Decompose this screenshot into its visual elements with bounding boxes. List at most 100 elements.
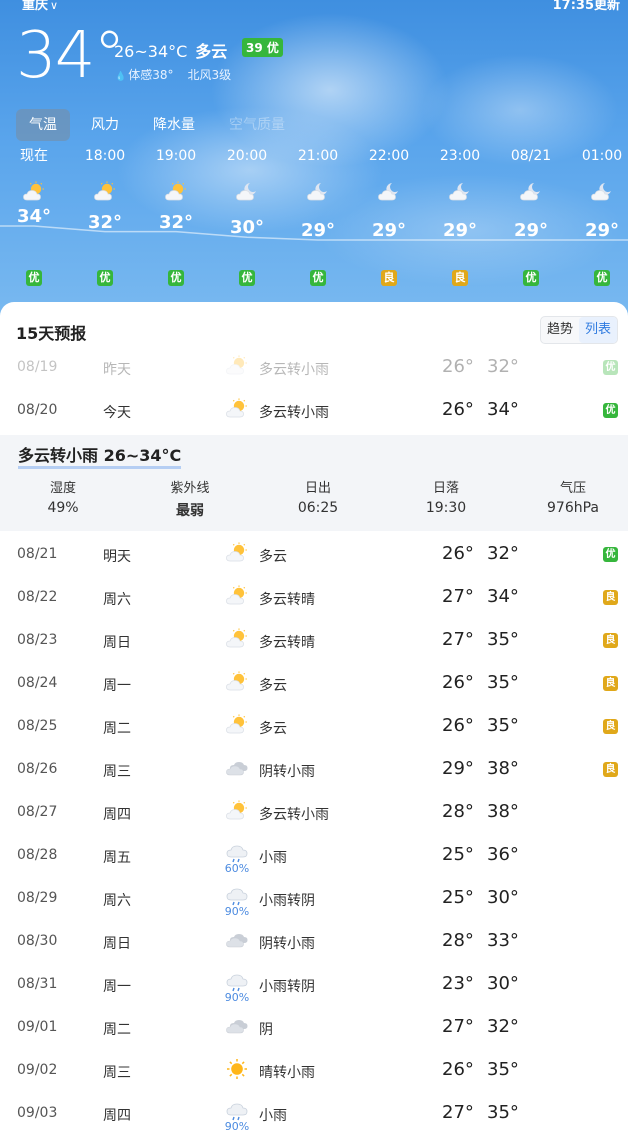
forecast-row[interactable]: 09/02 周三 晴转小雨 26° 35° (0, 1049, 628, 1092)
partly-cloudy-day-icon (164, 180, 188, 201)
precip-probability: 90% (224, 991, 250, 1004)
precip-probability: 90% (224, 905, 250, 918)
hourly-temp: 34° (16, 206, 52, 227)
forecast-date: 08/29 (17, 890, 58, 906)
forecast-high-temp: 35° (487, 715, 519, 736)
hourly-item[interactable]: 08/21 29° 优 (501, 146, 561, 286)
overcast-icon (225, 756, 249, 780)
hourly-item[interactable]: 20:00 30° 优 (217, 146, 277, 286)
forecast-high-temp: 38° (487, 758, 519, 779)
forecast-row[interactable]: 08/20 今天 多云转小雨 26° 34° 优 (0, 389, 628, 432)
aqi-badge: 良 (603, 676, 618, 691)
forecast-date: 09/03 (17, 1105, 58, 1121)
forecast-row[interactable]: 08/22 周六 多云转晴 27° 34° 良 (0, 576, 628, 619)
hourly-item[interactable]: 18:00 32° 优 (75, 146, 135, 286)
forecast-weekday: 周一 (103, 979, 131, 995)
forecast-date: 08/26 (17, 761, 58, 777)
partly-cloudy-night-icon (519, 180, 543, 201)
hourly-aqi-badge: 优 (523, 270, 539, 286)
hourly-time: 23:00 (439, 148, 481, 164)
forecast-low-temp: 29° (442, 758, 474, 779)
forecast-condition: 多云转晴 (259, 592, 315, 608)
forecast-low-temp: 26° (442, 399, 474, 420)
hourly-item[interactable]: 19:00 32° 优 (146, 146, 206, 286)
partly-cloudy-day-icon (225, 397, 249, 421)
overcast-icon (225, 928, 249, 952)
forecast-weekday: 周一 (103, 678, 131, 694)
forecast-condition: 小雨 (259, 850, 287, 866)
forecast-low-temp: 28° (442, 930, 474, 951)
forecast-row[interactable]: 08/21 明天 多云 26° 32° 优 (0, 533, 628, 576)
metric-value: 976hPa (547, 500, 599, 516)
forecast-row[interactable]: 08/30 周日 阴转小雨 28° 33° (0, 920, 628, 963)
forecast-weekday: 周二 (103, 1022, 131, 1038)
forecast-high-temp: 35° (487, 672, 519, 693)
precip-probability: 60% (224, 862, 250, 875)
metric-value: 最弱 (176, 503, 204, 519)
forecast-row[interactable]: 08/26 周三 阴转小雨 29° 38° 良 (0, 748, 628, 791)
forecast-row[interactable]: 09/01 周二 阴 27° 32° (0, 1006, 628, 1049)
list-toggle-button[interactable]: 列表 (578, 317, 617, 343)
hourly-temp: 29° (584, 220, 620, 241)
hourly-aqi-badge: 优 (310, 270, 326, 286)
forecast-weekday: 周六 (103, 893, 131, 909)
forecast-weekday: 周五 (103, 850, 131, 866)
forecast-weekday: 明天 (103, 549, 131, 565)
forecast-low-temp: 23° (442, 973, 474, 994)
partly-cloudy-day-icon (225, 354, 249, 378)
partly-cloudy-night-icon (590, 180, 614, 201)
forecast-date: 08/22 (17, 589, 58, 605)
forecast-high-temp: 36° (487, 844, 519, 865)
forecast-row[interactable]: 08/24 周一 多云 26° 35° 良 (0, 662, 628, 705)
hourly-aqi-badge: 优 (168, 270, 184, 286)
partly-cloudy-night-icon (377, 180, 401, 201)
partly-cloudy-day-icon (225, 713, 249, 737)
forecast-low-temp: 26° (442, 356, 474, 377)
weather-header: 重庆 ∨ 17:35更新 34° 26~34°C 多云 39 优 💧 体感38° 北风3… (0, 0, 628, 318)
metric-label: 紫外线 (170, 481, 210, 496)
metric-label: 气压 (559, 481, 586, 496)
forecast-condition: 多云 (259, 721, 287, 737)
hourly-temp: 29° (513, 220, 549, 241)
forecast-row[interactable]: 08/23 周日 多云转晴 27° 35° 良 (0, 619, 628, 662)
forecast-weekday: 周三 (103, 1065, 131, 1081)
forecast-condition: 多云 (259, 678, 287, 694)
hourly-time: 21:00 (297, 148, 339, 164)
aqi-badge: 良 (603, 633, 618, 648)
forecast-date: 08/20 (17, 402, 58, 418)
forecast-row[interactable]: 09/03 周四 90% 小雨 27° 35° (0, 1092, 628, 1135)
forecast-condition: 多云转晴 (259, 635, 315, 651)
hourly-item[interactable]: 23:00 29° 良 (430, 146, 490, 286)
hourly-item[interactable]: 现在 34° 优 (4, 146, 64, 286)
forecast-date: 08/24 (17, 675, 58, 691)
hourly-item[interactable]: 21:00 29° 优 (288, 146, 348, 286)
metric-sunrise: 日出 06:25 (263, 477, 373, 516)
forecast-weekday: 周六 (103, 592, 131, 608)
forecast-row[interactable]: 08/19 昨天 多云转小雨 26° 32° 优 (0, 346, 628, 389)
detail-title: 多云转小雨 26~34°C (18, 442, 182, 469)
forecast-row[interactable]: 08/28 周五 60% 小雨 25° 36° (0, 834, 628, 877)
forecast-title: 15天预报 (16, 324, 87, 343)
aqi-badge: 良 (603, 762, 618, 777)
hourly-time: 01:00 (581, 148, 623, 164)
forecast-row[interactable]: 08/25 周二 多云 26° 35° 良 (0, 705, 628, 748)
metric-uv: 紫外线 最弱 (135, 477, 245, 520)
forecast-row[interactable]: 08/31 周一 90% 小雨转阴 23° 30° (0, 963, 628, 1006)
forecast-high-temp: 32° (487, 543, 519, 564)
forecast-row[interactable]: 08/27 周四 多云转小雨 28° 38° (0, 791, 628, 834)
hourly-item[interactable]: 22:00 29° 良 (359, 146, 419, 286)
forecast-row[interactable]: 08/29 周六 90% 小雨转阴 25° 30° (0, 877, 628, 920)
metric-label: 日落 (432, 481, 459, 496)
aqi-badge: 优 (603, 547, 618, 562)
hourly-time: 现在 (20, 148, 48, 164)
hourly-item[interactable]: 01:00 29° 优 (572, 146, 628, 286)
hourly-aqi-badge: 良 (381, 270, 397, 286)
trend-toggle-button[interactable]: 趋势 (541, 317, 579, 343)
forecast-date: 08/19 (17, 359, 58, 375)
metric-value: 49% (47, 500, 79, 516)
partly-cloudy-day-icon (225, 670, 249, 694)
hourly-temp: 29° (300, 220, 336, 241)
forecast-low-temp: 26° (442, 543, 474, 564)
today-detail-panel: 多云转小雨 26~34°C 湿度 49% 紫外线 最弱 日出 06:25 日落 … (0, 435, 628, 531)
forecast-date: 09/02 (17, 1062, 58, 1078)
